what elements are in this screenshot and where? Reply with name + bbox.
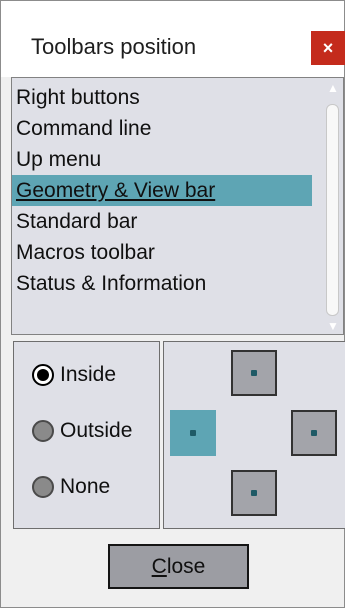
position-left-button[interactable] (170, 410, 216, 456)
toolbars-position-dialog: Toolbars position × Right buttons Comman… (0, 0, 345, 608)
title-close-button[interactable]: × (311, 31, 345, 65)
position-right-icon (311, 430, 317, 436)
position-bottom-icon (251, 490, 257, 496)
position-right-button[interactable] (291, 410, 337, 456)
position-left-icon (190, 430, 196, 436)
list-item-command-line[interactable]: Command line (12, 113, 312, 144)
position-bottom-button[interactable] (231, 470, 277, 516)
radio-inside-label: Inside (60, 363, 117, 386)
close-mnemonic: C (151, 555, 167, 578)
title-bar: Toolbars position × (1, 1, 345, 77)
position-top-icon (251, 370, 257, 376)
close-label-rest: lose (166, 555, 206, 578)
toolbar-listbox[interactable]: Right buttons Command line Up menu Geome… (11, 77, 344, 335)
list-item-geometry-view-bar[interactable]: Geometry & View bar (12, 175, 312, 206)
scroll-down-icon[interactable]: ▼ (322, 318, 343, 334)
radio-outside-label: Outside (60, 419, 133, 442)
list-item-right-buttons[interactable]: Right buttons (12, 82, 312, 113)
list-scrollbar[interactable]: ▲ ▼ (322, 78, 343, 334)
radio-outside-indicator[interactable] (32, 420, 54, 442)
position-top-button[interactable] (231, 350, 277, 396)
position-picker (163, 341, 345, 529)
close-icon: × (322, 38, 334, 58)
scroll-thumb[interactable] (326, 104, 339, 316)
list-item-standard-bar[interactable]: Standard bar (12, 206, 312, 237)
radio-inside-indicator[interactable] (32, 364, 54, 386)
radio-none[interactable]: None (32, 472, 110, 502)
radio-none-label: None (60, 475, 111, 498)
radio-outside[interactable]: Outside (32, 416, 132, 446)
list-item-up-menu[interactable]: Up menu (12, 144, 312, 175)
scroll-up-icon[interactable]: ▲ (322, 80, 343, 96)
radio-none-indicator[interactable] (32, 476, 54, 498)
dialog-title: Toolbars position (31, 34, 197, 59)
radio-inside[interactable]: Inside (32, 360, 116, 390)
placement-radio-group: Inside Outside None (13, 341, 160, 529)
list-item-status-information[interactable]: Status & Information (12, 268, 312, 299)
list-item-macros-toolbar[interactable]: Macros toolbar (12, 237, 312, 268)
close-button[interactable]: Close (108, 544, 249, 589)
